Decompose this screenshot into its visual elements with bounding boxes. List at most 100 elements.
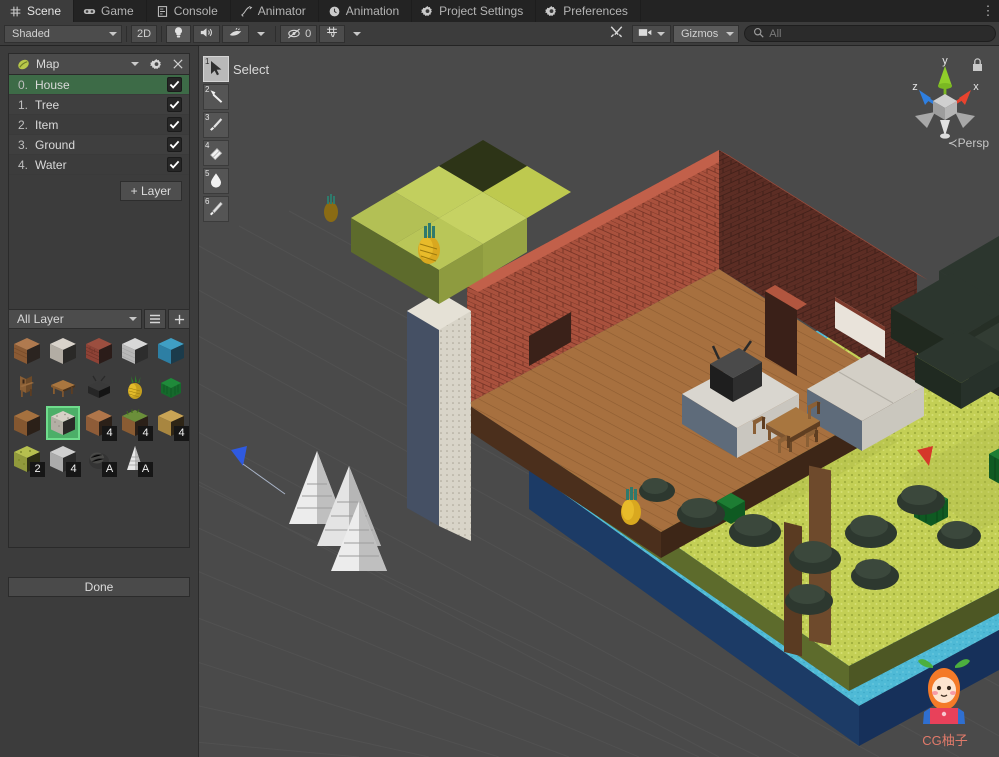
map-title: Map xyxy=(36,57,60,71)
map-close-button[interactable] xyxy=(167,54,189,75)
tab-animation-label: Animation xyxy=(345,4,400,18)
palette-tile-moss-block[interactable]: 2 xyxy=(10,442,45,477)
eyedropper-icon xyxy=(207,199,225,220)
palette-filter-label: All Layer xyxy=(17,312,64,326)
chevron-down-icon[interactable] xyxy=(131,62,139,66)
picker-tool-number: 6 xyxy=(205,197,210,206)
palette-tile-brick-block[interactable] xyxy=(82,334,116,368)
watermark: CG柚子 xyxy=(905,650,985,749)
palette-tile-tv-prop[interactable] xyxy=(82,370,116,404)
gamepad-icon xyxy=(83,5,96,18)
projection-mode-label[interactable]: ≺Persp xyxy=(909,136,989,150)
hidden-objects-button[interactable]: 0 xyxy=(280,24,318,43)
tab-bar-spacer xyxy=(640,0,977,22)
tile-badge: 4 xyxy=(174,426,189,441)
layer-row-ground[interactable]: 3. Ground xyxy=(9,135,189,155)
palette-tile-cabbage-prop[interactable] xyxy=(154,370,188,404)
tab-animation[interactable]: Animation xyxy=(318,0,413,22)
fill-tool-number: 5 xyxy=(205,169,210,178)
scene-toolbar: Shaded 2D 0 Gizmos All xyxy=(0,22,999,46)
tab-project-settings[interactable]: Project Settings xyxy=(412,0,537,22)
eraser-tool-number: 4 xyxy=(205,141,210,150)
palette-tile-chair-prop[interactable] xyxy=(10,370,44,404)
palette-tile-clay-block[interactable]: 4 xyxy=(82,406,117,441)
palette-tile-concrete-block[interactable] xyxy=(118,334,152,368)
palette-tile-white-stone-block[interactable] xyxy=(46,334,80,368)
layer-row-house[interactable]: 0. House xyxy=(9,75,189,95)
layer-name: Item xyxy=(35,117,59,132)
layer-visibility-checkbox[interactable] xyxy=(167,97,182,112)
palette-tile-wood-plank-block[interactable] xyxy=(10,334,44,368)
droplet-icon xyxy=(207,171,225,192)
tile-badge: 2 xyxy=(30,462,45,477)
effects-dropdown[interactable] xyxy=(251,24,272,43)
window-menu-button[interactable]: ⋮ xyxy=(977,0,999,22)
palette-tile-pine-tree-prop[interactable]: A xyxy=(118,442,153,477)
grid-visibility-button[interactable] xyxy=(319,24,346,43)
stone-pillar xyxy=(407,292,471,541)
map-header: Map xyxy=(9,54,189,75)
scene-tools-button[interactable] xyxy=(602,24,630,43)
palette-tile-dirt-block[interactable] xyxy=(10,406,44,440)
tab-animator[interactable]: Animator xyxy=(230,0,319,22)
camera-settings-button[interactable] xyxy=(631,24,671,43)
gizmo-axis-x-label: x xyxy=(973,81,979,93)
add-layer-button[interactable]: + Layer xyxy=(119,181,182,201)
tab-preferences-label: Preferences xyxy=(563,4,628,18)
marker-icon xyxy=(207,87,225,108)
palette-tile-bush-prop[interactable]: A xyxy=(82,442,117,477)
palette-tile-table-prop[interactable] xyxy=(46,370,80,404)
marker-tool[interactable]: 2 xyxy=(203,84,229,110)
tab-console[interactable]: Console xyxy=(146,0,231,22)
gizmos-button[interactable]: Gizmos xyxy=(672,24,740,43)
eraser-tool[interactable]: 4 xyxy=(203,140,229,166)
palette-tile-grass-dirt-block[interactable]: 4 xyxy=(118,406,153,441)
layer-index: 2. xyxy=(18,117,29,132)
tab-game-label: Game xyxy=(101,4,134,18)
done-button[interactable]: Done xyxy=(8,577,190,597)
picker-tool[interactable]: 6 xyxy=(203,196,229,222)
palette-add-button[interactable] xyxy=(168,309,190,329)
tile-tool-column: 1 2 3 4 5 6 xyxy=(203,56,229,224)
toggle-effects-button[interactable] xyxy=(222,24,250,43)
shading-mode-dropdown[interactable]: Shaded xyxy=(4,24,122,43)
palette-tile-sand-block[interactable]: 4 xyxy=(154,406,189,441)
layer-visibility-checkbox[interactable] xyxy=(167,77,182,92)
toggle-audio-button[interactable] xyxy=(193,24,221,43)
chevron-down-icon xyxy=(129,317,137,321)
layer-visibility-checkbox[interactable] xyxy=(167,117,182,132)
shading-mode-label: Shaded xyxy=(12,27,50,40)
search-input[interactable] xyxy=(769,27,987,40)
tab-preferences[interactable]: Preferences xyxy=(536,0,641,22)
layer-row-tree[interactable]: 1. Tree xyxy=(9,95,189,115)
map-settings-button[interactable] xyxy=(145,54,167,75)
palette-tile-gravel-block[interactable] xyxy=(46,406,80,440)
layer-row-water[interactable]: 4. Water xyxy=(9,155,189,175)
brush-tool[interactable]: 3 xyxy=(203,112,229,138)
scene-search-field[interactable] xyxy=(744,25,996,42)
cursor-icon xyxy=(207,59,225,80)
grid-dropdown[interactable] xyxy=(347,24,368,43)
tab-project-settings-label: Project Settings xyxy=(439,4,524,18)
palette-tile-stone-block[interactable]: 4 xyxy=(46,442,81,477)
animator-icon xyxy=(240,5,253,18)
toggle-2d-button[interactable]: 2D xyxy=(131,24,158,43)
toolbar-separator xyxy=(161,25,163,42)
palette-tile-pineapple-prop[interactable] xyxy=(118,370,152,404)
tile-badge: 4 xyxy=(102,426,117,441)
palette-list-button[interactable] xyxy=(144,309,166,329)
layer-row-item[interactable]: 2. Item xyxy=(9,115,189,135)
palette-layer-filter-dropdown[interactable]: All Layer xyxy=(8,309,142,329)
palette-tile-water-block[interactable] xyxy=(154,334,188,368)
tab-game[interactable]: Game xyxy=(74,0,147,22)
layer-visibility-checkbox[interactable] xyxy=(167,137,182,152)
layer-visibility-checkbox[interactable] xyxy=(167,157,182,172)
toggle-lighting-button[interactable] xyxy=(166,24,192,43)
tab-scene[interactable]: Scene xyxy=(0,0,75,22)
select-tool[interactable]: 1 xyxy=(203,56,229,82)
gizmo-axis-y-label: y xyxy=(942,55,948,67)
fill-tool[interactable]: 5 xyxy=(203,168,229,194)
tile-badge: 4 xyxy=(66,462,81,477)
tile-palette-grid: 4 4 4 2 4 A A xyxy=(10,334,190,477)
scene-view[interactable]: 1 2 3 4 5 6 Select y z x ≺Persp CG柚子 xyxy=(199,46,999,757)
